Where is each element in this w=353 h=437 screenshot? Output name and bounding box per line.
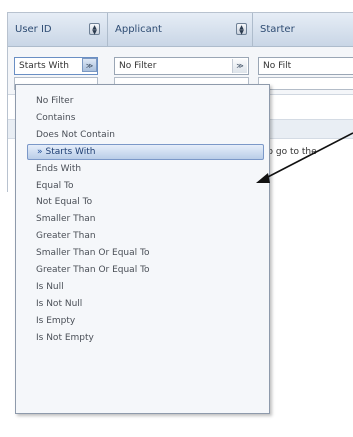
menu-item-label: Contains: [36, 112, 76, 123]
sort-arrows-icon[interactable]: ▲ ▼: [89, 23, 100, 36]
double-chevron-down-icon[interactable]: ≫: [82, 58, 97, 72]
column-header-applicant[interactable]: Applicant ▲ ▼: [108, 13, 253, 47]
menu-item-label: Not Equal To: [36, 197, 93, 208]
menu-item[interactable]: Is Not Empty: [16, 330, 269, 346]
menu-item-label: Does Not Contain: [36, 129, 115, 140]
menu-item[interactable]: Contains: [16, 110, 269, 126]
menu-item-label: Greater Than: [36, 231, 96, 242]
filter-select-value: Starts With: [19, 61, 69, 71]
filter-options-menu: No Filter Contains Does Not Contain » Starts…: [15, 84, 270, 414]
menu-item-label: Ends With: [36, 163, 82, 174]
column-header-label: User ID: [15, 24, 52, 35]
menu-item-label: Smaller Than Or Equal To: [36, 248, 150, 259]
double-chevron-down-icon[interactable]: ≫: [232, 59, 247, 73]
menu-item[interactable]: No Filter: [16, 93, 269, 109]
menu-item[interactable]: Not Equal To: [16, 194, 269, 210]
screenshot-page: User ID ▲ ▼ Applicant ▲ ▼ Starter Starts W…: [0, 0, 353, 437]
grid-header-row: User ID ▲ ▼ Applicant ▲ ▼ Starter: [8, 13, 353, 47]
column-header-user-id[interactable]: User ID ▲ ▼: [8, 13, 108, 47]
menu-item-label: Is Not Null: [36, 298, 83, 309]
menu-item[interactable]: » Starts With: [27, 143, 264, 160]
menu-item-label: Is Not Empty: [36, 332, 94, 343]
filter-select-user-id[interactable]: Starts With ≫: [14, 57, 98, 75]
filter-select-value: No Filter: [119, 61, 157, 71]
menu-item-label: Starts With: [45, 146, 96, 157]
selected-marker-icon: »: [37, 146, 43, 157]
column-header-starter[interactable]: Starter: [253, 13, 353, 47]
menu-item-label: No Filter: [36, 96, 74, 106]
menu-item[interactable]: Is Empty: [16, 313, 269, 329]
filter-text-input-starter[interactable]: [258, 77, 353, 90]
menu-item[interactable]: Does Not Contain: [16, 127, 269, 143]
menu-item-label: Equal To: [36, 180, 74, 191]
filter-select-starter[interactable]: No Filt: [258, 57, 353, 75]
menu-item-label: Greater Than Or Equal To: [36, 265, 150, 275]
menu-item[interactable]: Greater Than Or Equal To: [16, 262, 269, 278]
menu-item-label: Is Empty: [36, 315, 76, 326]
menu-item-label: Is Null: [36, 281, 64, 292]
column-header-label: Applicant: [115, 24, 162, 35]
menu-item[interactable]: Greater Than: [16, 228, 269, 244]
filter-select-value: No Filt: [263, 61, 292, 71]
menu-item[interactable]: Is Null: [16, 279, 269, 295]
menu-item[interactable]: Is Not Null: [16, 296, 269, 312]
menu-item[interactable]: Smaller Than: [16, 211, 269, 227]
menu-item-label: Smaller Than: [36, 214, 96, 225]
column-header-label: Starter: [260, 24, 295, 35]
filter-select-applicant[interactable]: No Filter ≫: [114, 57, 249, 75]
grid-hint-text: to go to the: [264, 147, 317, 157]
sort-arrows-icon[interactable]: ▲ ▼: [236, 23, 247, 36]
menu-item[interactable]: Smaller Than Or Equal To: [16, 245, 269, 261]
menu-item[interactable]: Ends With: [16, 161, 269, 177]
menu-item[interactable]: Equal To: [16, 178, 269, 194]
